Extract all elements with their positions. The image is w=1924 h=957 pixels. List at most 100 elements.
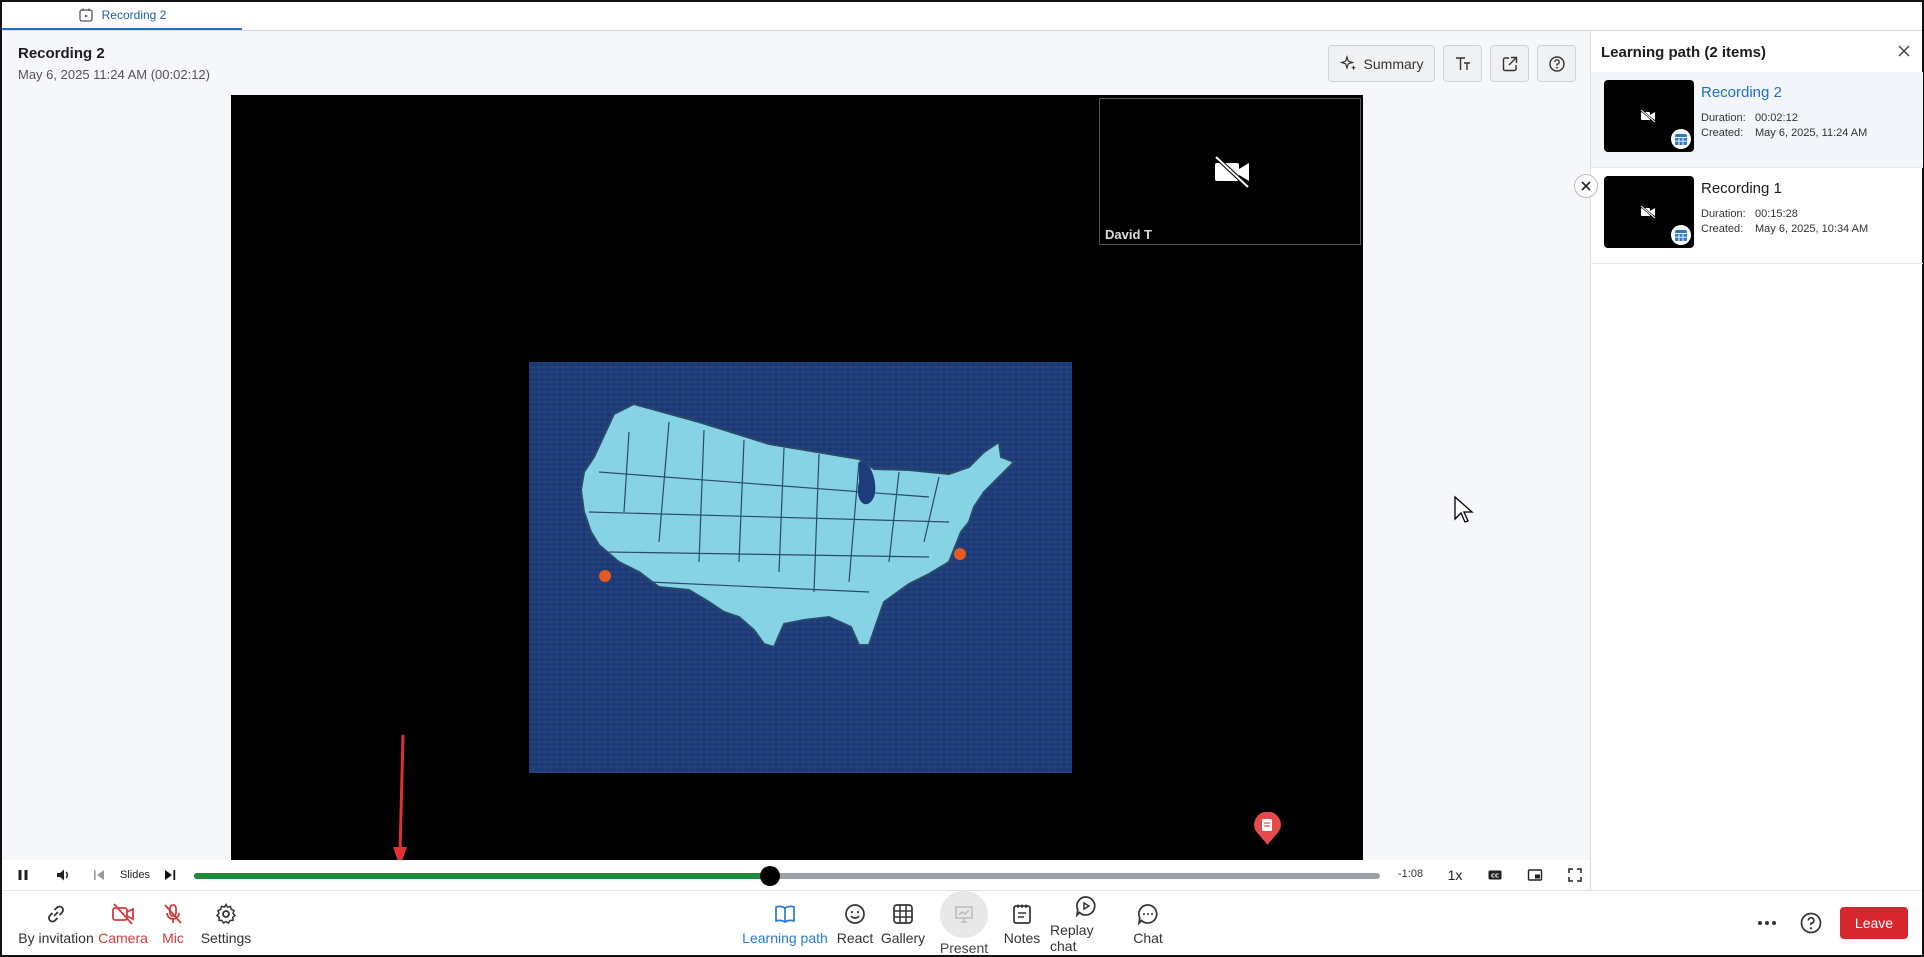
notes-label: Notes [1003, 929, 1041, 946]
sparkle-icon [1339, 54, 1356, 70]
learning-path-button[interactable]: Learning path [742, 891, 828, 956]
summary-label: Summary [1363, 55, 1424, 72]
picture-in-picture-button[interactable] [1522, 860, 1548, 890]
svg-text:CC: CC [1491, 873, 1499, 879]
next-slide-button[interactable] [158, 860, 182, 890]
open-book-icon [775, 904, 795, 923]
participant-name: David T [1105, 227, 1152, 242]
item-created: Created: May 6, 2025, 10:34 AM [1701, 223, 1868, 235]
camera-off-icon [112, 902, 134, 925]
by-invitation-label: By invitation [18, 929, 94, 946]
react-label: React [836, 929, 874, 946]
picture-in-picture-icon [1527, 869, 1543, 881]
help-icon [1800, 912, 1822, 934]
slides-label: Slides [120, 869, 150, 881]
duration-key: Duration: [1701, 208, 1746, 220]
help-button[interactable] [1537, 45, 1576, 82]
chat-icon [1137, 903, 1158, 925]
slide-map [529, 362, 1072, 773]
created-key: Created: [1701, 127, 1744, 139]
mic-label: Mic [162, 929, 184, 946]
more-options-button[interactable] [1754, 910, 1780, 936]
settings-label: Settings [200, 929, 252, 946]
volume-icon [57, 869, 68, 881]
captions-button[interactable]: CC [1482, 860, 1508, 890]
item-thumbnail [1604, 80, 1694, 152]
help-icon [1548, 55, 1565, 72]
item-created: Created: May 6, 2025, 11:24 AM [1701, 127, 1867, 139]
leave-button[interactable]: Leave [1840, 907, 1908, 939]
tab-label: Recording 2 [101, 8, 167, 22]
camera-off-icon [1214, 155, 1250, 189]
remove-item-button[interactable] [1574, 174, 1598, 198]
learning-path-item[interactable]: Recording 1 Duration: 00:15:28 Created: Ma… [1574, 168, 1923, 264]
pause-icon [18, 870, 28, 880]
skip-next-icon [165, 870, 176, 880]
duration-key: Duration: [1701, 112, 1746, 124]
pause-button[interactable] [10, 860, 36, 890]
external-link-icon [1502, 56, 1517, 71]
text-size-button[interactable] [1443, 45, 1482, 82]
close-icon [1581, 181, 1591, 191]
annotation-arrow-icon [393, 735, 407, 867]
settings-button[interactable]: Settings [198, 891, 254, 956]
replay-chat-label: Replay chat [1050, 921, 1094, 954]
item-duration: Duration: 00:15:28 [1701, 208, 1798, 220]
camera-button[interactable]: Camera [98, 891, 148, 956]
time-remaining: -1:08 [1398, 868, 1424, 880]
created-key: Created: [1701, 223, 1744, 235]
item-thumbnail [1604, 176, 1694, 248]
created-value: May 6, 2025, 11:24 AM [1755, 127, 1868, 139]
present-circle [940, 891, 988, 938]
notes-icon [1013, 904, 1031, 924]
camera-label: Camera [98, 929, 148, 946]
calendar-grid-icon [1675, 230, 1687, 241]
tab-bar: Recording 2 [2, 2, 1922, 31]
chat-label: Chat [1133, 929, 1163, 946]
mic-off-icon [164, 903, 182, 924]
learning-path-item[interactable]: Recording 2 Duration: 00:02:12 Created: Ma… [1591, 72, 1923, 168]
tab-recording[interactable]: Recording 2 [2, 2, 242, 30]
gallery-button[interactable]: Gallery [878, 891, 928, 956]
playback-controls: Slides -1:08 1x CC [2, 860, 1590, 890]
playback-speed-button[interactable]: 1x [1442, 860, 1468, 890]
main-area: Recording 2 May 6, 2025 11:24 AM (00:02:… [2, 31, 1590, 891]
summary-button[interactable]: Summary [1328, 45, 1435, 82]
react-button[interactable]: React [836, 891, 874, 956]
seek-thumb[interactable] [760, 866, 781, 886]
camera-tile: David T [1099, 98, 1361, 245]
bottom-toolbar: By invitation Camera Mic Settings Learni… [2, 890, 1922, 956]
mouse-cursor-icon [1454, 495, 1474, 523]
close-icon[interactable] [1896, 43, 1912, 59]
item-name: Recording 2 [1701, 84, 1782, 101]
present-button[interactable]: Present [936, 891, 992, 956]
note-marker-icon[interactable] [1252, 812, 1283, 846]
fullscreen-button[interactable] [1562, 860, 1588, 890]
notes-button[interactable]: Notes [1002, 891, 1042, 956]
replay-chat-button[interactable]: Replay chat [1050, 891, 1122, 956]
item-duration: Duration: 00:02:12 [1701, 112, 1798, 124]
help-toolbar-button[interactable] [1798, 910, 1824, 936]
us-map-image [579, 402, 1016, 649]
chat-button[interactable]: Chat [1132, 891, 1164, 956]
camera-off-icon [1640, 205, 1656, 219]
grid-icon [893, 903, 913, 924]
gallery-label: Gallery [880, 929, 926, 946]
present-label: Present [939, 940, 989, 956]
mic-button[interactable]: Mic [158, 891, 188, 956]
learning-path-panel: Learning path (2 items) Recording 2 Dura… [1574, 31, 1923, 890]
page-title: Recording 2 [18, 45, 105, 62]
learning-path-label: Learning path [742, 929, 828, 946]
item-name: Recording 1 [1701, 180, 1782, 197]
previous-slide-button[interactable] [88, 860, 110, 890]
seek-bar[interactable] [194, 866, 1380, 886]
open-external-button[interactable] [1490, 45, 1529, 82]
replay-chat-icon [1075, 895, 1096, 917]
meeting-badge [1671, 129, 1691, 149]
meeting-badge [1671, 225, 1691, 245]
duration-value: 00:02:12 [1755, 112, 1798, 124]
presentation-icon [955, 905, 973, 923]
recording-date: May 6, 2025 11:24 AM (00:02:12) [18, 67, 210, 82]
by-invitation-button[interactable]: By invitation [16, 891, 96, 956]
volume-button[interactable] [50, 860, 76, 890]
